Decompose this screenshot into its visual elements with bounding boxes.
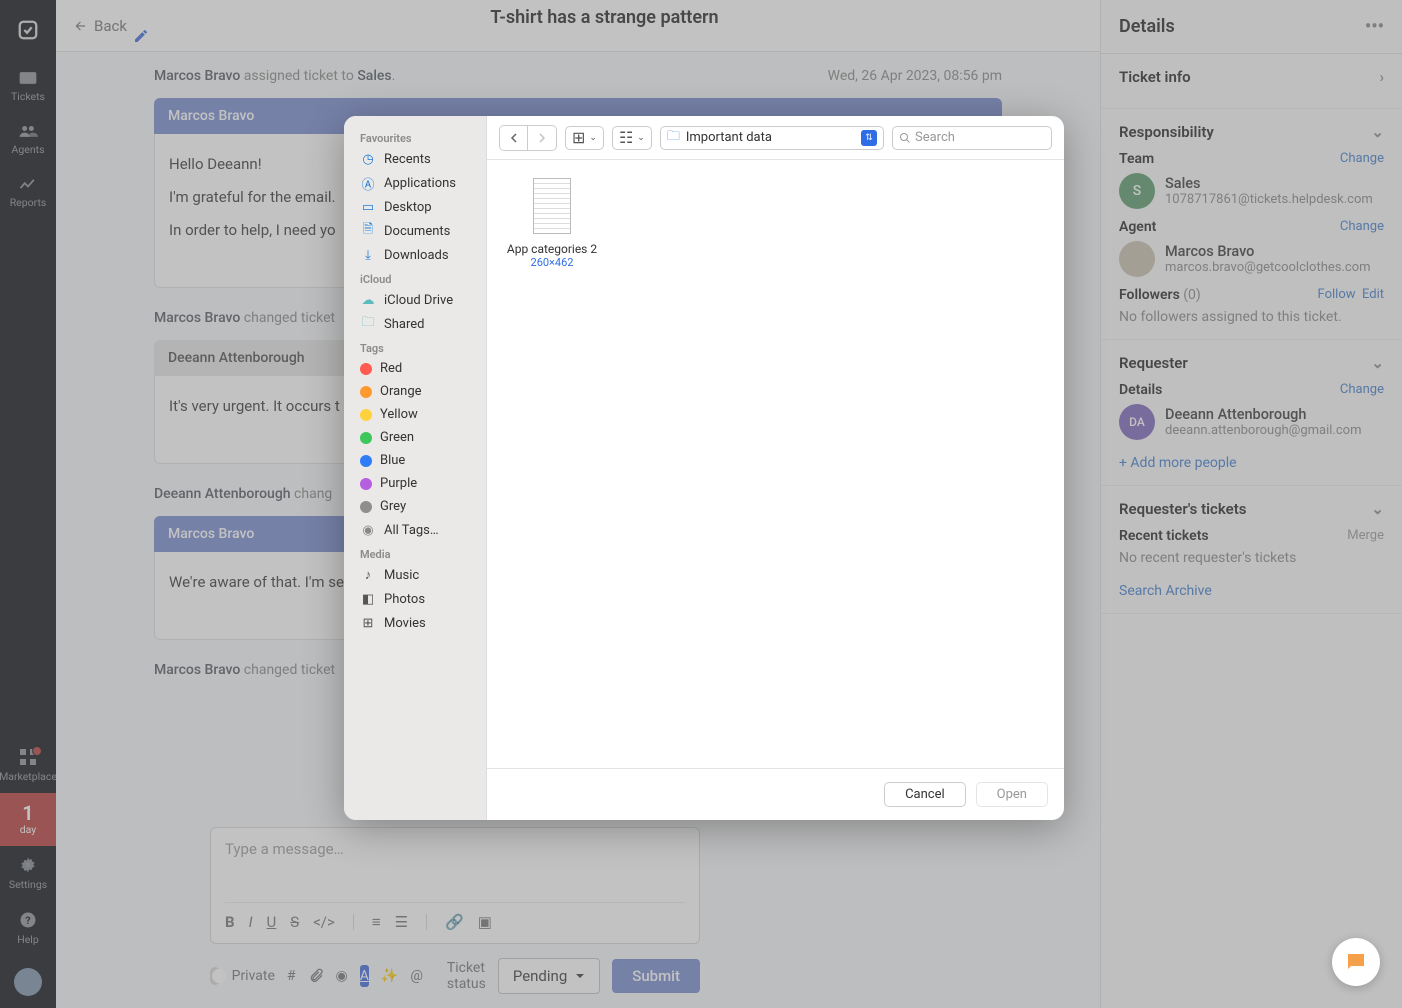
- search-icon: [899, 132, 911, 144]
- tag-dot-icon: [360, 409, 372, 421]
- chat-fab[interactable]: [1332, 938, 1380, 986]
- sidebar-icloud-drive[interactable]: ☁iCloud Drive: [344, 288, 486, 312]
- file-item[interactable]: App categories 2 260×462: [505, 178, 599, 269]
- tag-dot-icon: [360, 478, 372, 490]
- sidebar-photos[interactable]: ◧Photos: [344, 587, 486, 611]
- file-grid[interactable]: App categories 2 260×462: [487, 160, 1064, 768]
- sidebar-music[interactable]: ♪Music: [344, 563, 486, 587]
- cancel-button[interactable]: Cancel: [884, 782, 966, 807]
- sidebar-tag-blue[interactable]: Blue: [344, 449, 486, 472]
- sidebar-desktop[interactable]: ▭Desktop: [344, 195, 486, 219]
- group-mode-button[interactable]: ☷⌄: [612, 126, 652, 150]
- sidebar-tag-red[interactable]: Red: [344, 357, 486, 380]
- file-toolbar: ⊞⌄ ☷⌄ 🗀 Important data ⇅ Search: [487, 116, 1064, 160]
- download-icon: ⤓: [360, 247, 376, 263]
- sidebar-tag-grey[interactable]: Grey: [344, 495, 486, 518]
- sidebar-tag-green[interactable]: Green: [344, 426, 486, 449]
- tag-dot-icon: [360, 432, 372, 444]
- file-sidebar: Favourites ◷Recents ⒶApplications ▭Deskt…: [344, 116, 486, 820]
- path-dropdown[interactable]: 🗀 Important data ⇅: [660, 126, 884, 150]
- file-picker-dialog: Favourites ◷Recents ⒶApplications ▭Deskt…: [344, 116, 1064, 820]
- view-mode-button[interactable]: ⊞⌄: [565, 126, 604, 150]
- tag-dot-icon: [360, 501, 372, 513]
- nav-back-button[interactable]: [500, 126, 528, 150]
- cloud-icon: ☁: [360, 292, 376, 308]
- sidebar-movies[interactable]: ⊞Movies: [344, 611, 486, 635]
- music-icon: ♪: [360, 567, 376, 583]
- sidebar-recents[interactable]: ◷Recents: [344, 147, 486, 171]
- sidebar-documents[interactable]: 🗎Documents: [344, 219, 486, 243]
- open-button[interactable]: Open: [976, 782, 1048, 807]
- sidebar-tag-orange[interactable]: Orange: [344, 380, 486, 403]
- nav-forward-button[interactable]: [528, 126, 556, 150]
- document-icon: 🗎: [360, 223, 376, 239]
- sidebar-tag-yellow[interactable]: Yellow: [344, 403, 486, 426]
- all-tags-icon: ◉: [360, 522, 376, 538]
- tag-dot-icon: [360, 455, 372, 467]
- photos-icon: ◧: [360, 591, 376, 607]
- sidebar-downloads[interactable]: ⤓Downloads: [344, 243, 486, 267]
- folder-icon: 🗀: [360, 316, 376, 332]
- desktop-icon: ▭: [360, 199, 376, 215]
- file-thumbnail: [533, 178, 571, 234]
- path-stepper-icon: ⇅: [861, 130, 877, 146]
- sidebar-applications[interactable]: ⒶApplications: [344, 171, 486, 195]
- tag-dot-icon: [360, 386, 372, 398]
- sidebar-tag-purple[interactable]: Purple: [344, 472, 486, 495]
- folder-icon: 🗀: [667, 127, 680, 149]
- clock-icon: ◷: [360, 151, 376, 167]
- sidebar-all-tags[interactable]: ◉All Tags…: [344, 518, 486, 542]
- sidebar-shared[interactable]: 🗀Shared: [344, 312, 486, 336]
- movies-icon: ⊞: [360, 615, 376, 631]
- apps-icon: Ⓐ: [360, 175, 376, 191]
- search-input[interactable]: Search: [892, 126, 1052, 150]
- modal-overlay: Favourites ◷Recents ⒶApplications ▭Deskt…: [0, 0, 1402, 1008]
- tag-dot-icon: [360, 363, 372, 375]
